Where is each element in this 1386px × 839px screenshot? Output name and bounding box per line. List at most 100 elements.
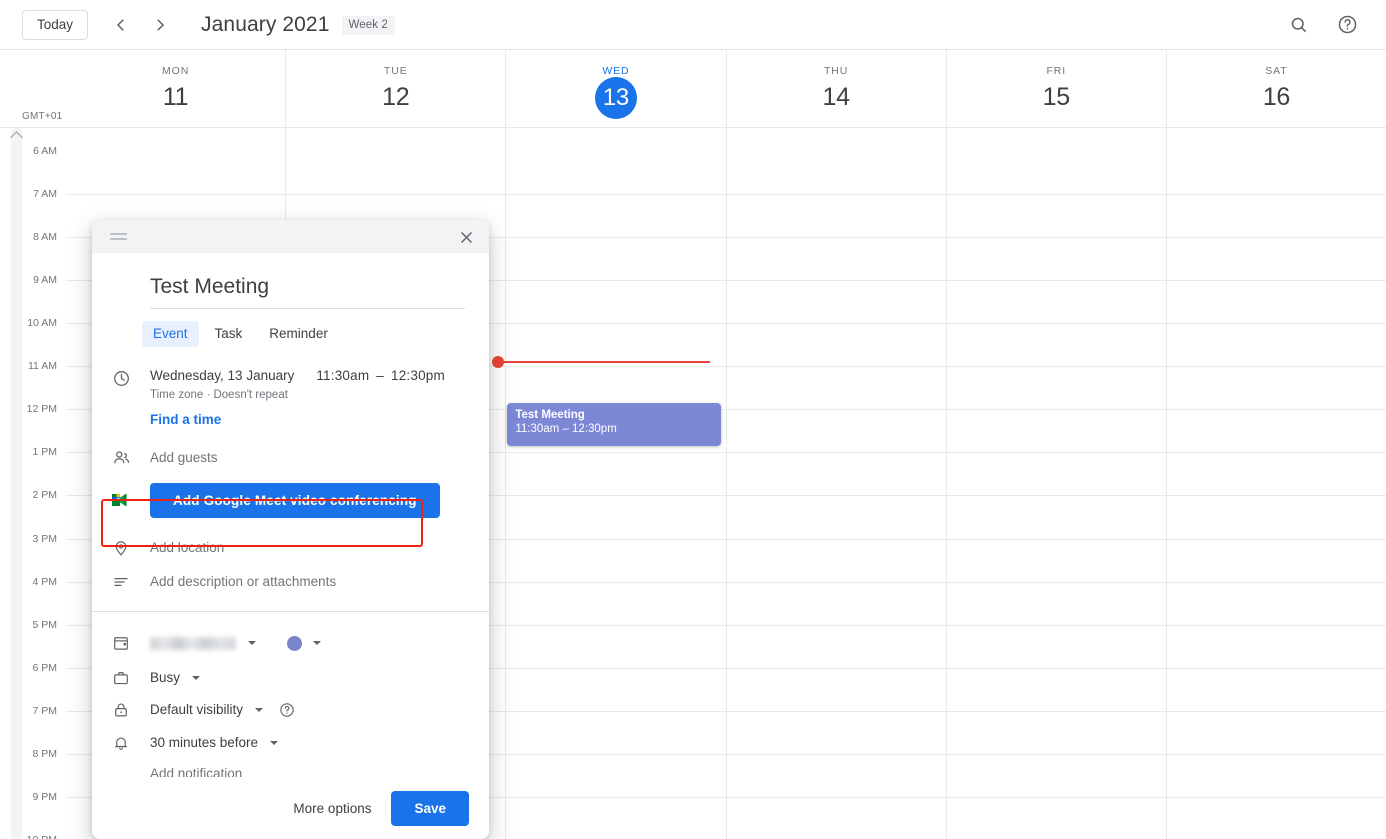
event-color-chevron-down-icon[interactable] [313,641,321,645]
time-label: 4 PM [32,576,57,588]
description-lines-icon [92,573,150,591]
title-field-wrap [92,253,489,309]
notification-value[interactable]: 30 minutes before [150,735,258,750]
day-of-week-label: MON [162,65,189,77]
time-gutter: 6 AM7 AM8 AM9 AM10 AM11 AM12 PM1 PM2 PM3… [0,128,66,839]
add-description-label[interactable]: Add description or attachments [150,573,465,591]
calendar-icon [92,634,150,652]
availability-value[interactable]: Busy [150,670,180,685]
google-meet-icon [92,491,150,509]
time-label: 3 PM [32,533,57,545]
calendar-owner-name-redacted [150,637,236,650]
availability-row: Busy [92,667,489,689]
day-header-sat[interactable]: SAT 16 [1166,50,1386,127]
page-title: January 2021 Week 2 [201,13,395,37]
previous-period-button[interactable] [106,10,136,40]
search-icon[interactable] [1282,8,1316,42]
day-column-thu[interactable] [726,128,946,839]
event-title-input[interactable] [150,275,465,309]
day-column-wed[interactable]: Test Meeting11:30am – 12:30pm [505,128,725,839]
week-badge: Week 2 [342,16,395,35]
event-chip-title: Test Meeting [515,408,713,422]
add-guests-label[interactable]: Add guests [150,449,465,467]
lock-icon [92,701,150,719]
dialog-header [92,220,489,253]
notification-chevron-down-icon[interactable] [270,741,278,745]
visibility-text: Default visibility [150,701,465,719]
day-number-today[interactable]: 13 [595,77,637,119]
location-row[interactable]: Add location [92,536,489,560]
close-icon[interactable] [453,224,479,250]
description-row[interactable]: Add description or attachments [92,570,489,594]
drag-handle-icon[interactable] [110,233,127,240]
event-color-swatch[interactable] [287,636,302,651]
save-button[interactable]: Save [391,791,469,826]
availability-text: Busy [150,669,465,687]
dialog-body: Event Task Reminder Wednesday, 13 Januar… [92,253,489,783]
notification-row: 30 minutes before [92,732,489,754]
today-button[interactable]: Today [22,10,88,40]
calendar-owner-row [92,630,489,656]
tab-event[interactable]: Event [142,321,199,347]
guests-row[interactable]: Add guests [92,444,489,471]
time-label: 11 AM [28,360,57,372]
section-divider [92,611,489,612]
day-header-tue[interactable]: TUE12 [285,50,505,127]
event-creation-dialog: Event Task Reminder Wednesday, 13 Januar… [92,220,489,839]
time-label: 6 AM [33,145,57,157]
add-google-meet-button[interactable]: Add Google Meet video conferencing [150,483,440,518]
timezone-repeat-text[interactable]: Time zone · Doesn't repeat [150,388,465,402]
day-number[interactable]: 12 [382,80,409,114]
visibility-help-icon[interactable] [279,702,295,718]
day-of-week-label: WED [602,65,629,77]
event-end-time[interactable]: 12:30pm [391,368,445,383]
day-of-week-label: FRI [1046,65,1066,77]
google-meet-row: Add Google Meet video conferencing [92,482,489,518]
day-header-row: MON11TUE12WED13THU14FRI15SAT16 [0,50,1386,127]
day-column-fri[interactable] [946,128,1166,839]
help-icon[interactable] [1330,8,1364,42]
time-label: 1 PM [32,446,57,458]
time-label: 6 PM [32,662,57,674]
event-date[interactable]: Wednesday, 13 January [150,367,294,385]
day-number[interactable]: 11 [163,80,188,114]
current-time-line [498,361,710,363]
event-chip-time: 11:30am – 12:30pm [515,422,713,437]
clock-icon [92,367,150,388]
event-start-time[interactable]: 11:30am [316,368,369,383]
bell-icon [92,734,150,752]
day-header-fri[interactable]: FRI 15 [946,50,1166,127]
more-options-button[interactable]: More options [279,792,385,825]
day-header-wed[interactable]: WED13 [505,50,725,127]
location-pin-icon [92,539,150,557]
people-icon [92,448,150,467]
next-period-button[interactable] [145,10,175,40]
day-number[interactable]: 16 [1263,80,1290,114]
month-year-label: January 2021 [201,13,329,36]
calendar-owner-chevron-down-icon[interactable] [248,641,256,645]
visibility-value[interactable]: Default visibility [150,702,243,717]
notification-text: 30 minutes before [150,734,465,752]
day-number[interactable]: 15 [1043,80,1070,114]
day-number[interactable]: 14 [822,80,849,114]
add-location-label[interactable]: Add location [150,539,465,557]
availability-chevron-down-icon[interactable] [192,676,200,680]
day-of-week-label: THU [824,65,848,77]
visibility-row: Default visibility [92,699,489,721]
day-of-week-label: SAT [1265,65,1287,77]
time-label: 10 PM [27,834,57,839]
time-label: 12 PM [27,403,57,415]
time-separator: – [376,368,384,383]
calendar-event-chip[interactable]: Test Meeting11:30am – 12:30pm [507,403,720,446]
visibility-chevron-down-icon[interactable] [255,708,263,712]
time-label: 8 PM [32,748,57,760]
time-label: 2 PM [32,489,57,501]
tab-task[interactable]: Task [204,321,254,347]
day-column-sat[interactable] [1166,128,1386,839]
find-a-time-link[interactable]: Find a time [150,412,221,427]
day-header-mon[interactable]: MON 11 [66,50,285,127]
time-label: 9 PM [32,791,57,803]
event-type-tabs: Event Task Reminder [92,309,489,347]
day-header-thu[interactable]: THU 14 [726,50,946,127]
tab-reminder[interactable]: Reminder [258,321,339,347]
